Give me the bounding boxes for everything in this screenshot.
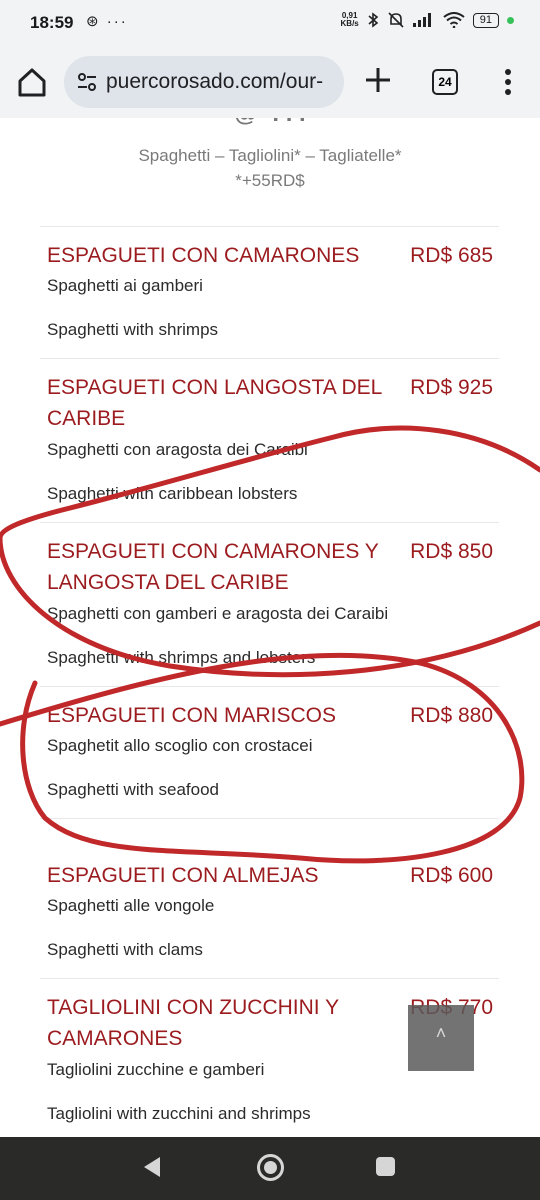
dish-english: Spaghetti with seafood bbox=[47, 780, 220, 799]
pasta-variants-note: Spaghetti – Tagliolini* – Tagliatelle* *… bbox=[138, 146, 402, 190]
address-bar[interactable]: puercorosado.com/our- bbox=[64, 56, 344, 108]
dish-italian: Tagliolini zucchine e gamberi bbox=[47, 1060, 265, 1079]
menu-page: @ ·. . . Spaghetti – Tagliolini* – Tagli… bbox=[0, 118, 540, 1137]
chevron-up-icon[interactable]: ˄ bbox=[408, 1023, 474, 1044]
dish-name: ESPAGUETI CON CAMARONES bbox=[47, 244, 360, 267]
divider bbox=[40, 686, 499, 687]
section-heading: @ ·. . . bbox=[0, 118, 540, 128]
wifi-icon bbox=[443, 12, 465, 28]
network-speed: 0,91 KB/s bbox=[340, 11, 359, 28]
tab-switcher-button[interactable]: 24 bbox=[432, 69, 458, 95]
dish-italian: Spaghetti alle vongole bbox=[47, 896, 215, 915]
status-bar: 18:59 ⊛ ··· 0,91 KB/s 91 bbox=[0, 0, 540, 46]
dish-italian: Spaghetti con gamberi e aragosta dei Car… bbox=[47, 604, 389, 623]
battery-indicator: 91 bbox=[472, 12, 499, 28]
back-icon[interactable] bbox=[142, 1156, 162, 1178]
dish-english: Spaghetti with shrimps and lobsters bbox=[47, 648, 316, 667]
home-icon[interactable] bbox=[14, 64, 50, 100]
home-nav-dot bbox=[264, 1161, 277, 1174]
dish-english: Tagliolini with zucchini and shrimps bbox=[47, 1104, 311, 1123]
system-navigation-bar bbox=[0, 1137, 540, 1200]
dish-price: RD$ 880 bbox=[410, 704, 493, 727]
dish-italian: Spaghetti ai gamberi bbox=[47, 276, 203, 295]
dish-italian: Spaghetit allo scoglio con crostacei bbox=[47, 736, 313, 755]
dish-name: ESPAGUETI CON LANGOSTA DEL CARIBE bbox=[47, 376, 382, 430]
browser-toolbar: puercorosado.com/our- 24 bbox=[0, 46, 540, 118]
signal-icon bbox=[412, 13, 431, 27]
dish-name: ESPAGUETI CON CAMARONES Y LANGOSTA DEL C… bbox=[47, 540, 379, 594]
mute-icon bbox=[388, 12, 404, 28]
divider bbox=[40, 226, 499, 227]
divider bbox=[40, 522, 499, 523]
divider bbox=[40, 358, 499, 359]
site-settings-icon[interactable] bbox=[76, 71, 98, 93]
recent-apps-icon[interactable] bbox=[376, 1157, 395, 1176]
new-tab-icon[interactable] bbox=[362, 64, 394, 96]
scroll-to-top-button[interactable]: ˄ bbox=[408, 1005, 474, 1071]
more-options-icon[interactable] bbox=[498, 66, 518, 98]
bluetooth-icon bbox=[368, 12, 379, 28]
dish-price: RD$ 685 bbox=[410, 244, 493, 267]
dish-english: Spaghetti with shrimps bbox=[47, 320, 219, 339]
notification-icons: ⊛ ··· bbox=[86, 13, 128, 30]
dish-english: Spaghetti with caribbean lobsters bbox=[47, 484, 298, 503]
dish-italian: Spaghetti con aragosta dei Caraibi bbox=[47, 440, 308, 459]
privacy-dot bbox=[507, 16, 514, 24]
dish-price: RD$ 925 bbox=[410, 376, 493, 399]
divider bbox=[40, 978, 499, 979]
dish-english: Spaghetti with clams bbox=[47, 940, 203, 959]
home-nav-icon[interactable] bbox=[257, 1154, 284, 1181]
dish-name: ESPAGUETI CON ALMEJAS bbox=[47, 864, 319, 887]
url-text[interactable]: puercorosado.com/our- bbox=[106, 70, 323, 94]
status-icons: 0,91 KB/s 91 bbox=[341, 12, 514, 28]
dish-name: ESPAGUETI CON MARISCOS bbox=[47, 704, 336, 727]
dish-name: TAGLIOLINI CON ZUCCHINI Y CAMARONES bbox=[47, 996, 339, 1050]
dish-price: RD$ 850 bbox=[410, 540, 493, 563]
divider bbox=[40, 818, 499, 819]
clock: 18:59 bbox=[30, 13, 74, 32]
dish-price: RD$ 600 bbox=[410, 864, 493, 887]
